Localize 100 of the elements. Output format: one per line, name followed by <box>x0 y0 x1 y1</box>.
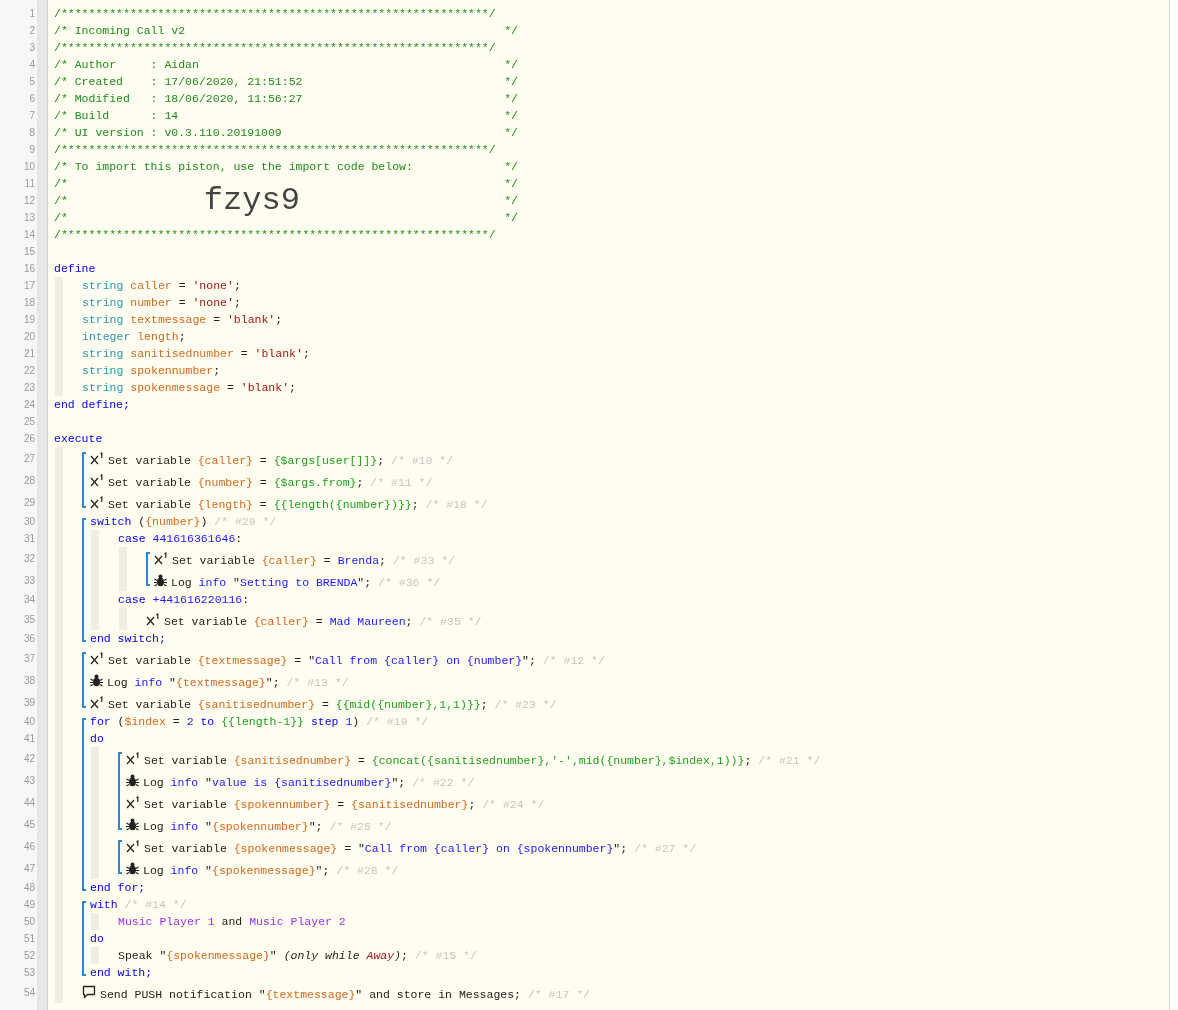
variable-icon <box>126 795 140 809</box>
code-line: string textmessage = 'blank'; <box>82 311 283 328</box>
line-number: 32 <box>23 551 35 566</box>
block-bracket <box>82 652 86 708</box>
code-line: Log info "value is {sanitisednumber}"; /* #22 */ <box>143 774 475 791</box>
code-line: for ($index = 2 to {{length-1}} step 1) /* #19 */ <box>90 713 429 730</box>
variable-icon <box>90 473 104 487</box>
code-line: Set variable {caller} = {$args[user[]]}; /* #10 */ <box>108 452 454 469</box>
line-number: 4 <box>29 58 35 72</box>
comment-text: /* Build : 14 <box>54 107 179 124</box>
bug-icon <box>126 861 139 875</box>
code-line: Log info "{textmessage}"; /* #13 */ <box>107 674 349 691</box>
line-number: 2 <box>29 24 35 38</box>
line-number: 49 <box>23 898 35 912</box>
line-number: 23 <box>23 381 35 395</box>
line-number: 53 <box>23 966 35 980</box>
code-line: string caller = 'none'; <box>82 277 241 294</box>
comment-text: */ <box>504 175 518 192</box>
line-number: 17 <box>23 279 35 293</box>
line-number: 52 <box>23 949 35 963</box>
comment-text: /* Incoming Call v2 <box>54 22 186 39</box>
comment-text: */ <box>504 107 518 124</box>
line-number: 21 <box>23 347 35 361</box>
comment-text: /* Created : 17/06/2020, 21:51:52 <box>54 73 303 90</box>
code-line: do <box>90 730 104 747</box>
code-line: do <box>90 930 104 947</box>
import-code: fzys9 <box>203 185 300 216</box>
code-line: /**************************************************************/ <box>54 226 496 243</box>
line-number: 51 <box>23 932 35 946</box>
line-number: 5 <box>29 75 35 89</box>
bug-icon <box>154 573 167 587</box>
line-number: 37 <box>23 651 35 666</box>
comment-text: /* <box>54 209 68 226</box>
variable-icon <box>126 839 140 853</box>
code-line: Set variable {caller} = Brenda; /* #33 */ <box>172 552 455 569</box>
line-number: 44 <box>23 795 35 810</box>
variable-icon <box>90 695 104 709</box>
comment-text: */ <box>504 209 518 226</box>
line-number: 29 <box>23 495 35 510</box>
comment-text: /* <box>54 175 68 192</box>
code-line: case +441616220116: <box>118 591 250 608</box>
line-number: 40 <box>23 715 35 729</box>
comment-text: /* Author : Aidan <box>54 56 199 73</box>
code-line: string sanitisednumber = 'blank'; <box>82 345 310 362</box>
line-number: 9 <box>29 143 35 157</box>
code-line: switch ({number}) /* #29 */ <box>90 513 277 530</box>
code-line: Set variable {textmessage} = "Call from {caller} on {number}"; /* #12 */ <box>108 652 605 669</box>
variable-icon <box>90 651 104 665</box>
code-line: integer length; <box>82 328 186 345</box>
line-number: 18 <box>23 296 35 310</box>
code-line: with /* #14 */ <box>90 896 187 913</box>
line-number: 35 <box>23 612 35 627</box>
code-line: Set variable {caller} = Mad Maureen; /* #35 */ <box>164 613 482 630</box>
line-number: 26 <box>23 432 35 446</box>
line-number: 46 <box>23 839 35 854</box>
line-number: 10 <box>23 160 35 174</box>
code-line: end for; <box>90 879 146 896</box>
variable-icon <box>146 612 160 626</box>
code-line: Set variable {sanitisednumber} = {concat({sanitisednumber},'-',mid({number},$index,1))}; /* #21 */ <box>144 752 821 769</box>
comment-text: */ <box>504 22 518 39</box>
code-line: Send PUSH notification "{textmessage}" and store in Messages; /* #17 */ <box>100 986 590 1003</box>
line-number: 19 <box>23 313 35 327</box>
line-number: 24 <box>23 398 35 412</box>
code-line: end switch; <box>90 630 166 647</box>
code-line: string number = 'none'; <box>82 294 241 311</box>
code-line: Set variable {length} = {{length({number})}}; /* #18 */ <box>108 496 488 513</box>
comment-text: /* <box>54 192 68 209</box>
line-number: 41 <box>23 732 35 746</box>
code-line: case 441616361646: <box>118 530 243 547</box>
line-number: 11 <box>24 177 35 191</box>
comment-text: */ <box>504 192 518 209</box>
line-number: 28 <box>23 473 35 488</box>
comment-text: */ <box>504 124 518 141</box>
line-number: 6 <box>29 92 35 106</box>
code-line: /**************************************************************/ <box>54 5 496 22</box>
comment-text: */ <box>504 56 518 73</box>
line-number: 20 <box>23 330 35 344</box>
line-number: 33 <box>23 573 35 588</box>
line-number: 31 <box>23 532 35 546</box>
code-line: Log info "Setting to BRENDA"; /* #36 */ <box>171 574 441 591</box>
line-number: 39 <box>23 695 35 710</box>
code-line: Set variable {sanitisednumber} = {{mid({number},1,1)}}; /* #23 */ <box>108 696 557 713</box>
comment-text: /* UI version : v0.3.110.20191009 <box>54 124 282 141</box>
code-line: Log info "{spokennumber}"; /* #25 */ <box>143 818 392 835</box>
code-line: string spokenmessage = 'blank'; <box>82 379 296 396</box>
code-line: define <box>54 260 96 277</box>
line-number: 1 <box>29 7 35 21</box>
variable-icon <box>90 495 104 509</box>
comment-text: /* To import this piston, use the import code below: <box>54 158 413 175</box>
variable-icon <box>154 551 168 565</box>
comment-text: */ <box>504 90 518 107</box>
comment-text: */ <box>504 73 518 90</box>
variable-icon <box>90 451 104 465</box>
code-line: Set variable {spokenmessage} = "Call from {caller} on {spokennumber}"; /* #27 */ <box>144 840 697 857</box>
code-line: execute <box>54 430 103 447</box>
line-number: 50 <box>23 915 35 929</box>
variable-icon <box>126 751 140 765</box>
line-number: 45 <box>23 817 35 832</box>
line-number: 22 <box>23 364 35 378</box>
line-number: 7 <box>29 109 35 123</box>
